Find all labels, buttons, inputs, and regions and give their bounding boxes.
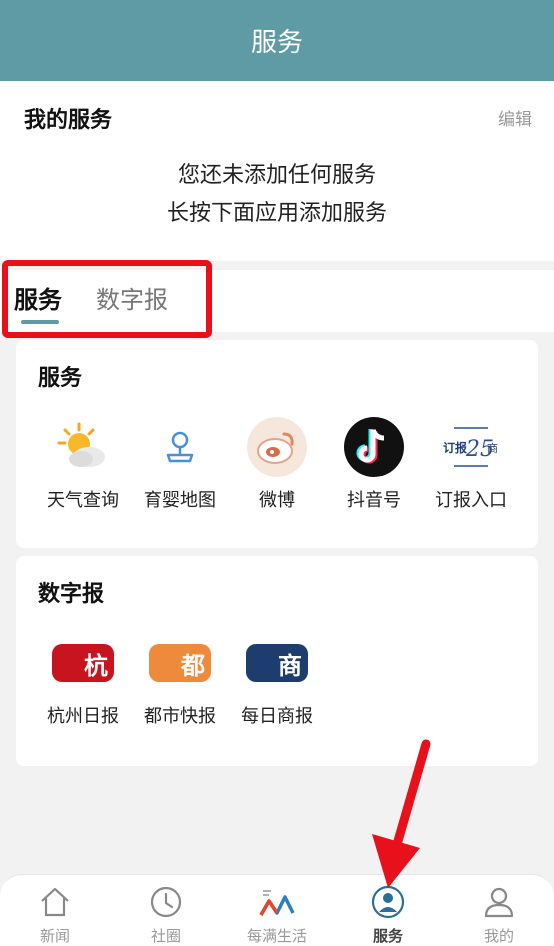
paper-thumb: 杭 (52, 644, 114, 682)
bottom-tab-bar: 新闻 社圈 每满生活 服务 我的 (0, 874, 554, 946)
my-services-panel: 我的服务 编辑 您还未添加任何服务 长按下面应用添加服务 (0, 81, 554, 261)
svg-text:订报: 订报 (443, 440, 467, 455)
service-label: 订报入口 (435, 490, 507, 511)
service-item-subscribe[interactable]: 订报 25 商 订报入口 (422, 416, 520, 512)
tabbar-item-news[interactable]: 新闻 (10, 885, 100, 946)
empty-message-line1: 您还未添加任何服务 (177, 163, 376, 188)
my-services-title: 我的服务 (24, 108, 113, 133)
map-pin-icon (149, 416, 211, 478)
page-header: 服务 (0, 0, 554, 81)
svg-text:商: 商 (487, 441, 498, 455)
tabbar-label: 社圈 (150, 927, 181, 945)
services-card: 服务 天气查询 育婴地图 微博 抖音号 订报 25 商 订报入口 (16, 340, 538, 548)
tabbar-item-life[interactable]: 每满生活 (232, 885, 322, 946)
tabbar-item-mine[interactable]: 我的 (454, 885, 544, 946)
services-section-title: 服务 (38, 366, 83, 391)
tabbar-item-circle[interactable]: 社圈 (121, 885, 211, 946)
digital-paper-section-title: 数字报 (38, 582, 105, 607)
hangzhou-daily-icon: 杭 (52, 632, 114, 694)
tabbar-label: 每满生活 (246, 927, 307, 945)
empty-message-line2: 长按下面应用添加服务 (166, 201, 387, 226)
home-icon (41, 887, 69, 917)
metro-express-icon: 都 (149, 632, 211, 694)
clock-icon (150, 886, 182, 918)
service-item-weibo[interactable]: 微博 (228, 416, 326, 512)
tabbar-label: 服务 (372, 927, 403, 945)
weibo-icon (246, 416, 308, 478)
life-logo-icon (259, 890, 295, 916)
tabbar-label: 新闻 (39, 927, 70, 945)
paper-item-hangzhou-daily[interactable]: 杭 杭州日报 (34, 632, 132, 728)
paper-label: 每日商报 (241, 706, 313, 727)
tabbar-item-services[interactable]: 服务 (343, 885, 433, 946)
paper-label: 都市快报 (144, 706, 216, 727)
weather-icon (52, 416, 114, 478)
paper-item-daily-business[interactable]: 商 每日商报 (228, 632, 326, 728)
tabbar-label: 我的 (483, 927, 514, 945)
paper-thumb: 商 (246, 644, 308, 682)
paper-thumb: 都 (149, 644, 211, 682)
service-item-baby-map[interactable]: 育婴地图 (131, 416, 229, 512)
paper-label: 杭州日报 (47, 706, 119, 727)
douyin-icon (343, 416, 405, 478)
service-person-icon (371, 885, 405, 919)
newspaper-subscribe-icon: 订报 25 商 (440, 416, 502, 478)
service-label: 育婴地图 (144, 490, 216, 511)
service-label: 天气查询 (47, 490, 119, 511)
tabs-highlight-box (2, 260, 212, 338)
service-item-weather[interactable]: 天气查询 (34, 416, 132, 512)
user-icon (484, 887, 514, 918)
edit-button[interactable]: 编辑 (498, 105, 532, 130)
digital-paper-card: 数字报 杭 杭州日报 都 都市快报 商 每日商报 (16, 556, 538, 766)
service-label: 抖音号 (347, 490, 401, 511)
paper-item-metro-express[interactable]: 都 都市快报 (131, 632, 229, 728)
page-title: 服务 (250, 28, 303, 58)
service-item-douyin[interactable]: 抖音号 (325, 416, 423, 512)
daily-business-icon: 商 (246, 632, 308, 694)
service-label: 微博 (259, 490, 295, 511)
